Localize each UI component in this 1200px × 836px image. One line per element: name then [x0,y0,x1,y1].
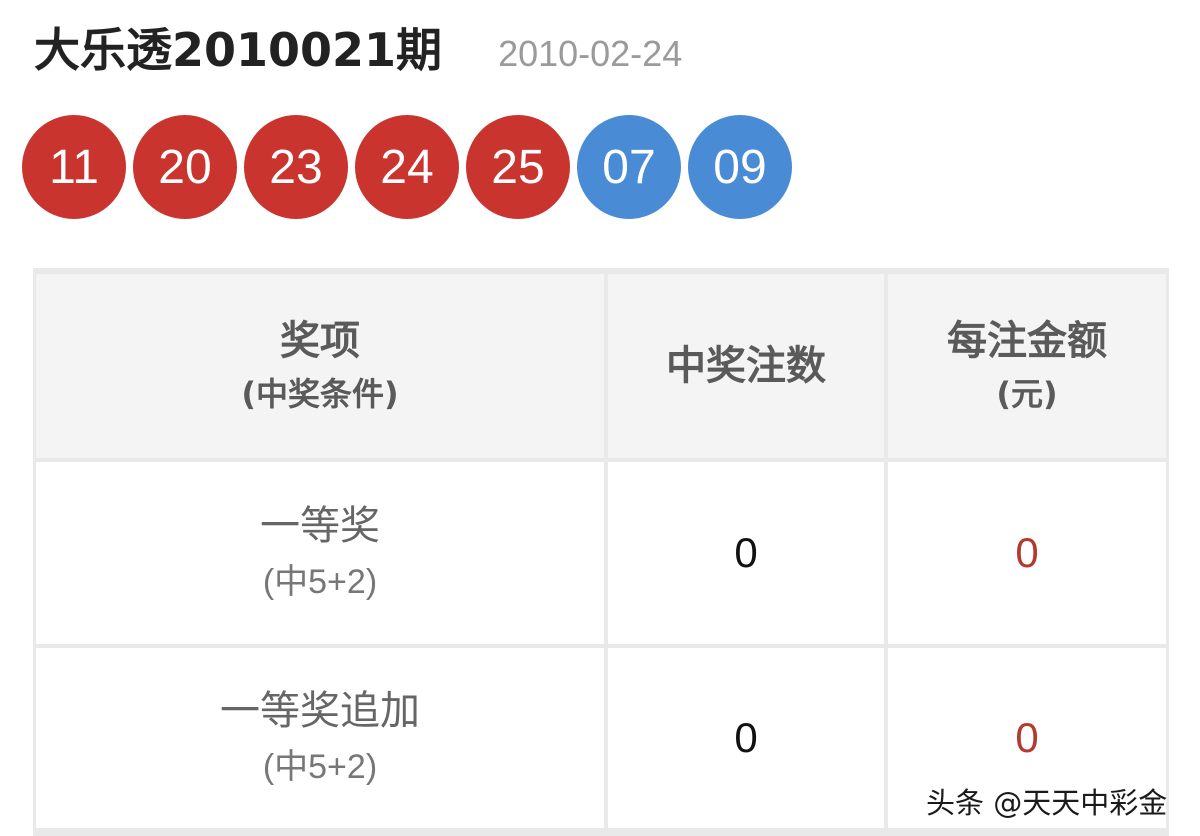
draw-title: 大乐透2010021期 [34,23,443,77]
table-row-count: 0 [608,462,884,644]
prize-condition: (中5+2) [262,748,378,786]
prize-amount: 0 [1015,529,1039,576]
header-amount-sublabel: (元) [996,375,1058,413]
header-count-label: 中奖注数 [666,343,826,389]
front-ball-2: 20 [133,115,237,219]
lottery-result-page: 大乐透2010021期 2010-02-24 11 20 23 24 25 07… [0,0,1200,836]
table-row-prize: 一等奖追加 (中5+2) [36,648,604,828]
prize-amount: 0 [1015,714,1039,761]
draw-header: 大乐透2010021期 2010-02-24 [34,14,682,80]
header-prize-label: 奖项 [280,318,360,364]
header-prize: 奖项 (中奖条件) [36,274,604,458]
header-amount: 每注金额 (元) [888,274,1166,458]
front-ball-1: 11 [22,115,126,219]
winning-numbers: 11 20 23 24 25 07 09 [22,115,799,219]
draw-date: 2010-02-24 [498,33,683,74]
prize-name: 一等奖 [260,503,380,549]
header-count: 中奖注数 [608,274,884,458]
back-ball-1: 07 [577,115,681,219]
prize-condition: (中5+2) [262,563,378,601]
prize-name: 一等奖追加 [220,688,420,734]
winner-count: 0 [734,714,758,761]
header-amount-label: 每注金额 [947,318,1107,364]
front-ball-5: 25 [466,115,570,219]
front-ball-4: 24 [355,115,459,219]
table-row-amount: 0 [888,462,1166,644]
prize-table: 奖项 (中奖条件) 中奖注数 每注金额 (元) 一等奖 (中5+2) 0 0 一… [33,268,1169,836]
winner-count: 0 [734,529,758,576]
back-ball-2: 09 [688,115,792,219]
front-ball-3: 23 [244,115,348,219]
table-row-prize: 一等奖 (中5+2) [36,462,604,644]
source-watermark: 头条 @天天中彩金 [926,786,1168,820]
header-prize-sublabel: (中奖条件) [241,375,399,413]
table-row-count: 0 [608,648,884,828]
